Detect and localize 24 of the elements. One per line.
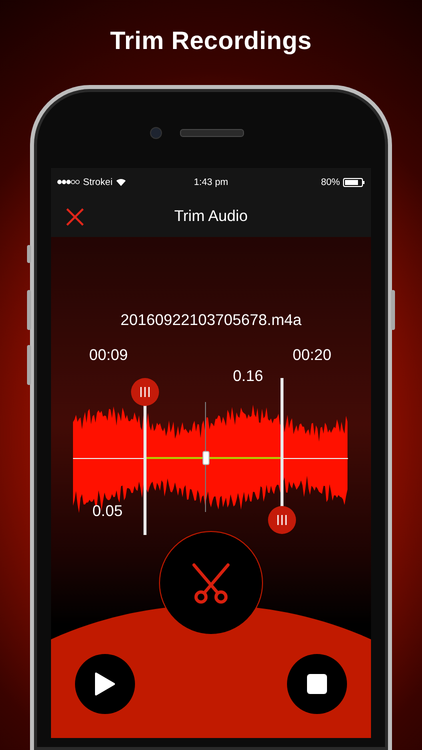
close-button[interactable] (65, 207, 85, 227)
wifi-icon (116, 178, 126, 186)
headline: Trim Recordings (110, 26, 312, 57)
speaker-grille (180, 129, 244, 137)
battery-icon (343, 178, 365, 186)
trim-handle[interactable] (268, 506, 296, 534)
end-time: 00:20 (292, 347, 332, 365)
carrier-name: Strokei (83, 176, 113, 188)
end-value: 0.16 (232, 368, 264, 386)
signal-icon (57, 179, 80, 185)
battery-percent: 80% (320, 176, 340, 188)
file-name: 20160922103705678.m4a (119, 311, 302, 331)
scissors-icon (190, 562, 232, 604)
stop-icon (307, 674, 327, 694)
close-icon (65, 207, 85, 227)
play-icon (94, 672, 116, 696)
screen-title: Trim Audio (174, 207, 248, 227)
start-time: 00:09 (89, 347, 128, 365)
clock-time: 1:43 pm (194, 176, 228, 188)
grip-icon (138, 387, 150, 397)
grip-icon (276, 515, 288, 525)
start-value: 0.05 (92, 503, 123, 521)
camera-lens (150, 127, 162, 139)
trim-handle[interactable] (130, 378, 158, 406)
